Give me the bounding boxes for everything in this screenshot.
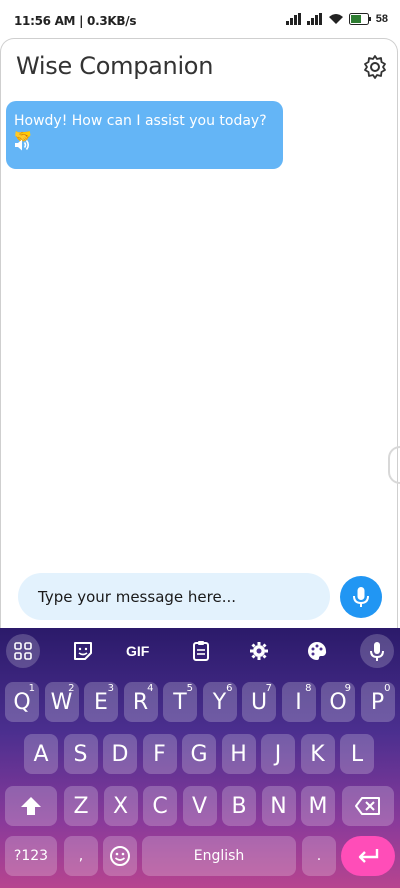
clipboard-icon [193,641,209,661]
key-label: Y [212,689,227,715]
message-text: Howdy! How can I assist you today? 🤝 [14,113,267,145]
clipboard-button[interactable] [188,638,214,668]
key-u[interactable]: U7 [242,682,276,722]
key-m[interactable]: M [301,786,335,826]
backspace-key[interactable] [342,786,394,826]
key-label: P [370,689,385,715]
status-bar: 11:56 AM | 0.3KB/s 58 [0,0,400,40]
signal-icon-2 [306,13,322,25]
symbols-key[interactable]: ?123 [5,836,57,876]
key-l[interactable]: L [340,734,374,774]
voice-input-button[interactable] [340,576,382,618]
emoji-icon [110,846,130,866]
signal-icon [285,13,301,25]
message-input[interactable]: Type your message here... [18,573,330,620]
key-number-hint: 1 [28,683,35,694]
key-y[interactable]: Y6 [202,682,237,722]
shift-icon [21,797,41,815]
battery-icon [348,13,371,25]
scroll-handle[interactable] [388,446,400,484]
onscreen-keyboard: GIF Q1W2E3R4T5Y6U7I8O9P0 ASDFGHJKL ZXCVB… [0,628,400,888]
key-number-hint: 6 [226,683,233,694]
gear-icon [364,55,386,79]
key-q[interactable]: Q1 [5,682,39,722]
grid-icon [14,642,32,660]
key-a[interactable]: A [24,734,58,774]
speak-button[interactable] [14,138,32,152]
key-k[interactable]: K [300,734,335,774]
settings-icon [250,642,268,660]
key-x[interactable]: X [103,786,138,826]
period-key[interactable]: . [302,836,336,876]
key-f[interactable]: F [142,734,177,774]
keyboard-settings-button[interactable] [246,638,272,668]
key-r[interactable]: R4 [123,682,158,722]
keyboard-menu-button[interactable] [6,634,40,668]
battery-percent: 58 [375,13,388,25]
gif-button[interactable]: GIF [126,638,158,668]
key-t[interactable]: T5 [163,682,197,722]
key-number-hint: 8 [305,683,312,694]
key-v[interactable]: V [182,786,217,826]
key-o[interactable]: O9 [321,682,355,722]
settings-button[interactable] [362,54,388,80]
bot-message-bubble: Howdy! How can I assist you today? 🤝 [6,101,283,169]
key-number-hint: 7 [265,683,272,694]
space-key[interactable]: English [142,836,296,876]
speaker-icon [15,139,30,151]
comma-key[interactable]: , [64,836,98,876]
key-w[interactable]: W2 [44,682,79,722]
key-e[interactable]: E3 [84,682,118,722]
enter-key[interactable] [341,836,395,876]
key-label: R [132,689,149,715]
key-number-hint: 3 [107,683,114,694]
status-time: 11:56 AM | 0.3KB/s [14,14,137,28]
theme-button[interactable] [304,638,330,668]
key-number-hint: 9 [344,683,351,694]
key-p[interactable]: P0 [360,682,395,722]
keyboard-voice-button[interactable] [360,634,394,668]
palette-icon [308,642,327,660]
backspace-icon [355,797,380,815]
mic-icon [353,587,369,607]
key-label: I [295,689,302,715]
wifi-icon [328,14,343,24]
key-i[interactable]: I8 [281,682,316,722]
page-title: Wise Companion [16,52,214,80]
key-b[interactable]: B [222,786,256,826]
key-n[interactable]: N [261,786,296,826]
key-number-hint: 5 [186,683,193,694]
key-c[interactable]: C [143,786,177,826]
key-label: U [250,689,268,715]
enter-icon [358,849,379,863]
key-j[interactable]: J [261,734,295,774]
key-label: E [94,689,108,715]
status-icons: 58 [285,13,388,25]
sticker-icon [74,642,92,660]
key-number-hint: 0 [384,683,391,694]
key-number-hint: 2 [68,683,75,694]
shift-key[interactable] [5,786,57,826]
key-h[interactable]: H [221,734,256,774]
key-z[interactable]: Z [64,786,98,826]
sticker-button[interactable] [70,638,96,668]
mic-icon [370,642,384,661]
key-s[interactable]: S [63,734,98,774]
key-label: T [173,689,187,715]
key-g[interactable]: G [182,734,216,774]
emoji-key[interactable] [103,836,137,876]
message-placeholder: Type your message here... [38,588,237,606]
key-number-hint: 4 [147,683,154,694]
key-d[interactable]: D [103,734,137,774]
